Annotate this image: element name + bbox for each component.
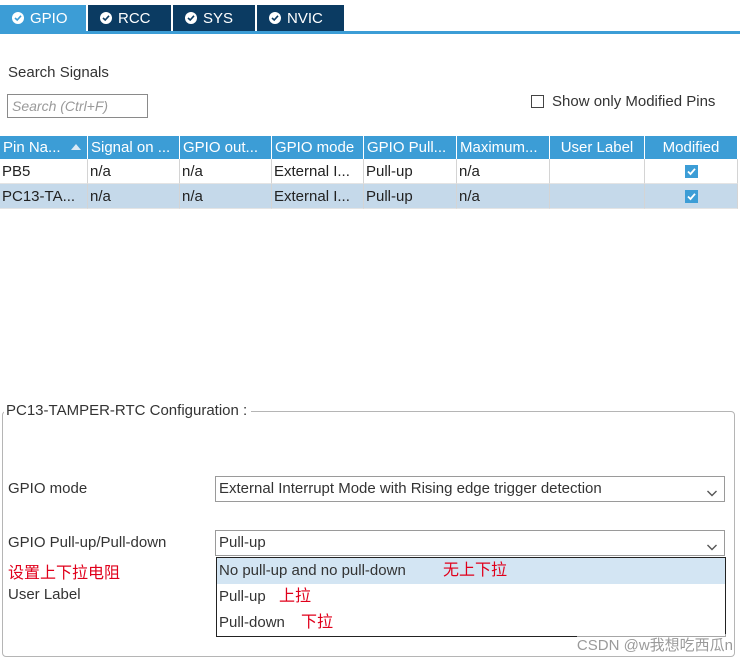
tab-label: NVIC (287, 9, 323, 27)
option-annotation: 下拉 (301, 614, 334, 631)
column-header-gpio-output[interactable]: GPIO out... (180, 136, 272, 159)
cell-pin-name: PC13-TA... (0, 184, 88, 209)
gpio-pull-value: Pull-up (219, 534, 266, 551)
column-header-user-label[interactable]: User Label (550, 136, 645, 159)
tab-nvic[interactable]: NVIC (257, 5, 344, 31)
tab-label: GPIO (30, 9, 68, 27)
check-circle-icon (12, 12, 24, 24)
search-signals-title: Search Signals (8, 64, 109, 81)
option-annotation: 无上下拉 (443, 562, 508, 579)
cell-gpio-output: n/a (180, 184, 272, 209)
column-header-label: Pin Na... (3, 139, 61, 156)
option-pull-up[interactable]: Pull-up 上拉 (217, 584, 725, 610)
tab-label: RCC (118, 9, 151, 27)
cell-maximum: n/a (457, 159, 550, 184)
cell-user-label (550, 184, 645, 209)
cell-gpio-mode: External I... (272, 184, 364, 209)
cell-pin-name: PB5 (0, 159, 88, 184)
column-header-gpio-pull[interactable]: GPIO Pull... (364, 136, 457, 159)
gpio-pull-select[interactable]: Pull-up (215, 530, 725, 556)
gpio-mode-label: GPIO mode (8, 480, 88, 497)
column-header-label: Signal on ... (91, 139, 171, 156)
gpio-mode-select[interactable]: External Interrupt Mode with Rising edge… (215, 476, 725, 502)
pin-table: Pin Na... Signal on ... GPIO out... GPIO… (0, 136, 738, 386)
cell-modified (645, 184, 738, 209)
checked-checkbox-icon[interactable] (684, 189, 698, 203)
watermark: CSDN @w我想吃西瓜n (576, 634, 733, 655)
show-modified-pins-label: Show only Modified Pins (552, 93, 716, 110)
check-circle-icon (185, 12, 197, 24)
column-header-label: Modified (662, 139, 720, 156)
table-row[interactable]: PB5 n/a n/a External I... Pull-up n/a (0, 159, 738, 184)
cell-gpio-mode: External I... (272, 159, 364, 184)
column-header-label: User Label (560, 139, 634, 156)
option-pull-down[interactable]: Pull-down 下拉 (217, 610, 725, 636)
tab-gpio[interactable]: GPIO (0, 5, 86, 31)
show-modified-pins-checkbox[interactable]: Show only Modified Pins (531, 93, 715, 110)
gpio-mode-value: External Interrupt Mode with Rising edge… (219, 480, 602, 497)
check-circle-icon (100, 12, 112, 24)
chevron-down-icon (706, 483, 718, 507)
cell-signal: n/a (88, 184, 180, 209)
option-label: Pull-up (219, 588, 266, 605)
tab-sys[interactable]: SYS (173, 5, 255, 31)
cell-user-label (550, 159, 645, 184)
tab-rcc[interactable]: RCC (88, 5, 171, 31)
column-header-gpio-mode[interactable]: GPIO mode (272, 136, 364, 159)
column-header-signal[interactable]: Signal on ... (88, 136, 180, 159)
tab-underline (0, 31, 740, 34)
user-label-label: User Label (8, 586, 81, 603)
cell-signal: n/a (88, 159, 180, 184)
checkbox-icon[interactable] (531, 95, 544, 108)
table-header: Pin Na... Signal on ... GPIO out... GPIO… (0, 136, 738, 159)
cell-gpio-pull: Pull-up (364, 184, 457, 209)
check-circle-icon (269, 12, 281, 24)
tab-label: SYS (203, 9, 234, 27)
column-header-maximum[interactable]: Maximum... (457, 136, 550, 159)
option-annotation: 上拉 (279, 588, 312, 605)
gpio-pull-dropdown-list: No pull-up and no pull-down 无上下拉 Pull-up… (216, 557, 726, 637)
column-header-modified[interactable]: Modified (645, 136, 738, 159)
table-row-selected[interactable]: PC13-TA... n/a n/a External I... Pull-up… (0, 184, 738, 209)
checked-checkbox-icon[interactable] (684, 164, 698, 178)
option-label: No pull-up and no pull-down (219, 562, 406, 579)
option-no-pull[interactable]: No pull-up and no pull-down 无上下拉 (217, 558, 725, 584)
cell-modified (645, 159, 738, 184)
cell-gpio-output: n/a (180, 159, 272, 184)
column-header-label: GPIO out... (183, 139, 259, 156)
pull-resistor-annotation: 设置上下拉电阻 (8, 565, 121, 582)
column-header-label: GPIO mode (275, 139, 355, 156)
search-input[interactable] (7, 94, 148, 118)
sort-up-icon (71, 144, 81, 150)
configuration-title: PC13-TAMPER-RTC Configuration : (4, 402, 252, 419)
cell-maximum: n/a (457, 184, 550, 209)
tab-bar: GPIO RCC SYS NVIC (0, 5, 346, 33)
column-header-pin-name[interactable]: Pin Na... (0, 136, 88, 159)
column-header-label: Maximum... (460, 139, 538, 156)
cell-gpio-pull: Pull-up (364, 159, 457, 184)
gpio-pull-label: GPIO Pull-up/Pull-down (8, 534, 167, 551)
column-header-label: GPIO Pull... (367, 139, 447, 156)
option-label: Pull-down (219, 614, 285, 631)
